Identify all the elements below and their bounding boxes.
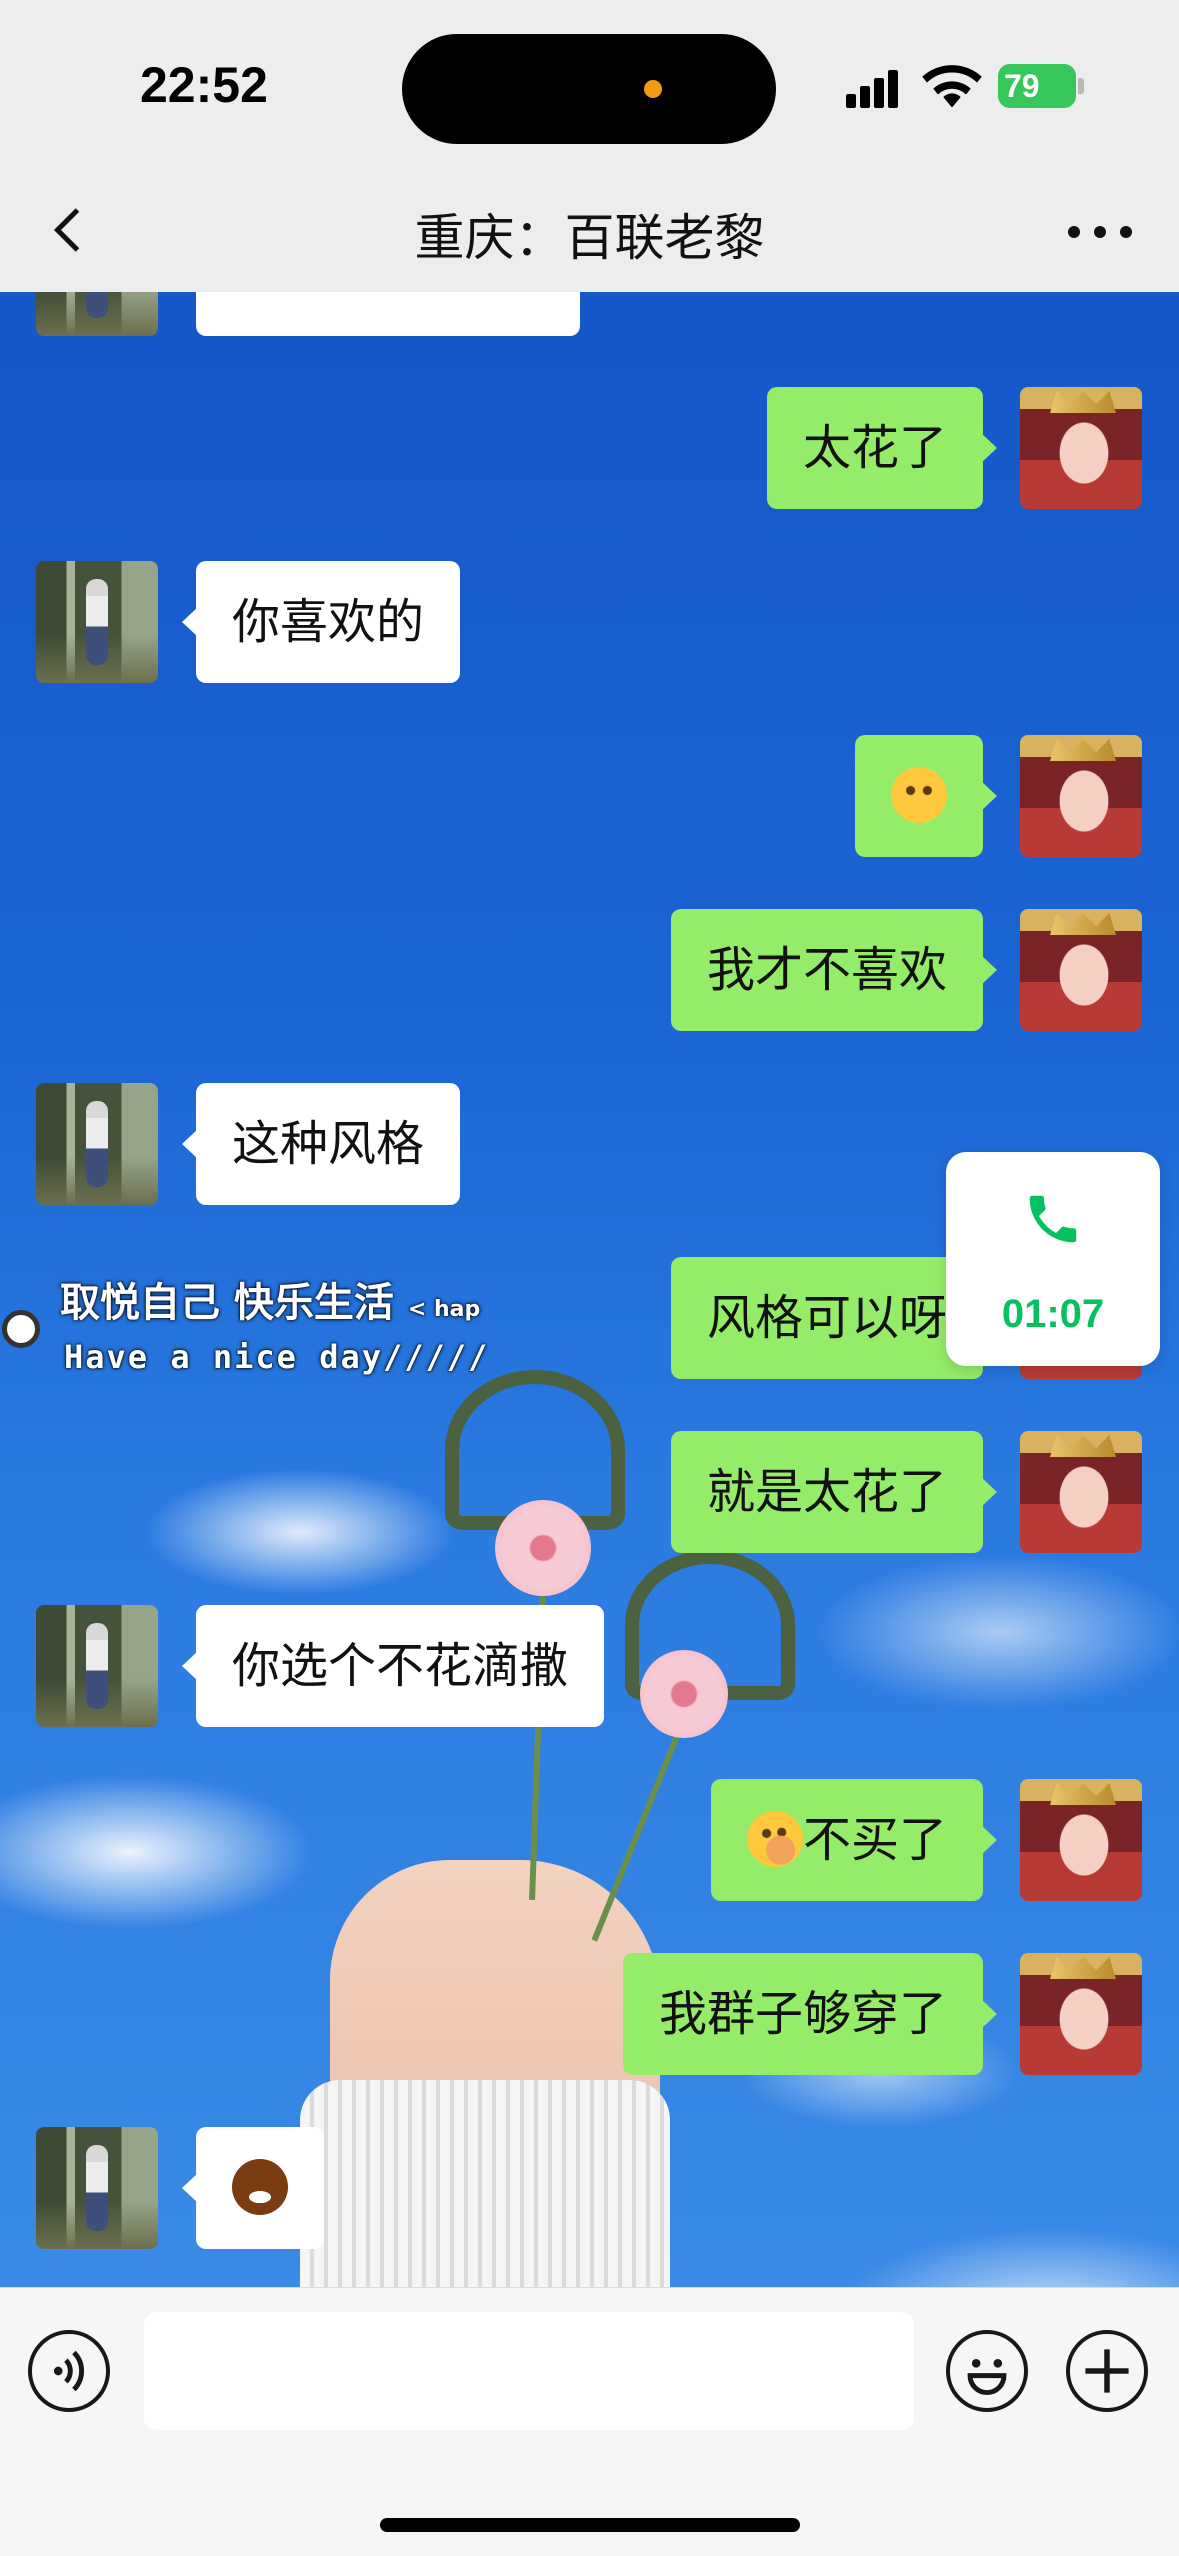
input-bar [0,2287,1179,2556]
voice-wave-icon [53,2350,85,2392]
chat-title: 重庆：百联老黎 [414,209,765,267]
chat-header: 重庆：百联老黎 [0,170,1179,292]
phone-icon [1029,1195,1077,1243]
signal-icon [846,68,902,108]
message-bubble-self[interactable]: 就是太花了 [670,1431,998,1553]
peer-avatar[interactable] [36,1083,158,1205]
battery-level: 79 [1004,68,1040,104]
face-with-hand-over-mouth-icon [746,1811,803,1867]
smiley-face-icon [967,2358,1007,2396]
background-caption-line1: 取悦自己 快乐生活 < hap [60,1270,480,1328]
emoji-icon[interactable] [946,2330,1028,2412]
status-bar: 22:52 79 [0,0,1179,170]
peer-avatar[interactable] [36,561,158,683]
message-bubble-peer[interactable]: 你选个不花滴撒 [181,1605,605,1727]
self-avatar[interactable] [1020,1779,1142,1901]
background-flower [640,1650,728,1738]
unamused-face-icon [891,767,947,823]
peer-avatar[interactable] [36,1605,158,1727]
wifi-icon [922,65,982,108]
message-bubble-self[interactable]: 太花了 [766,387,998,509]
self-avatar[interactable] [1020,1431,1142,1553]
self-avatar[interactable] [1020,387,1142,509]
dynamic-island [402,34,776,144]
battery-icon: 79 [998,64,1076,108]
floating-call-window[interactable]: 01:07 [946,1152,1160,1366]
grinning-face-icon [232,2159,288,2215]
self-avatar[interactable] [1020,909,1142,1031]
more-dots-icon[interactable] [1060,200,1140,260]
battery-cap [1078,78,1084,94]
home-indicator [380,2518,800,2532]
plus-sign-icon [1085,2349,1129,2393]
message-bubble-self-emoji[interactable] [855,735,997,857]
message-bubble-self[interactable]: 风格可以呀 [670,1257,998,1379]
background-flower [495,1500,591,1596]
peer-avatar[interactable] [36,2127,158,2249]
message-bubble-self[interactable]: 不买了 [710,1779,998,1901]
plus-icon[interactable] [1066,2330,1148,2412]
message-bubble-self[interactable]: 我群子够穿了 [622,1953,998,2075]
caption-text: 取悦自己 快乐生活 [60,1280,394,1326]
self-avatar[interactable] [1020,735,1142,857]
message-text: 不买了 [802,1812,947,1868]
privacy-indicator-dot [644,80,662,98]
background-caption-line2: Have a nice day///// [64,1338,490,1376]
message-bubble-peer[interactable]: 你喜欢的 [181,561,461,683]
message-bubble-self[interactable]: 我才不喜欢 [670,909,998,1031]
message-input[interactable] [144,2312,914,2430]
status-time: 22:52 [140,57,268,113]
background-radio-dot [2,1310,40,1348]
self-avatar[interactable] [1020,1953,1142,2075]
voice-icon[interactable] [28,2330,110,2412]
message-bubble-peer[interactable]: 这种风格 [181,1083,461,1205]
message-bubble-peer-emoji[interactable] [182,2127,324,2249]
call-duration: 01:07 [1001,1292,1105,1336]
caption-small-text: < hap [407,1297,481,1322]
background-sleeve-image [300,2080,670,2300]
